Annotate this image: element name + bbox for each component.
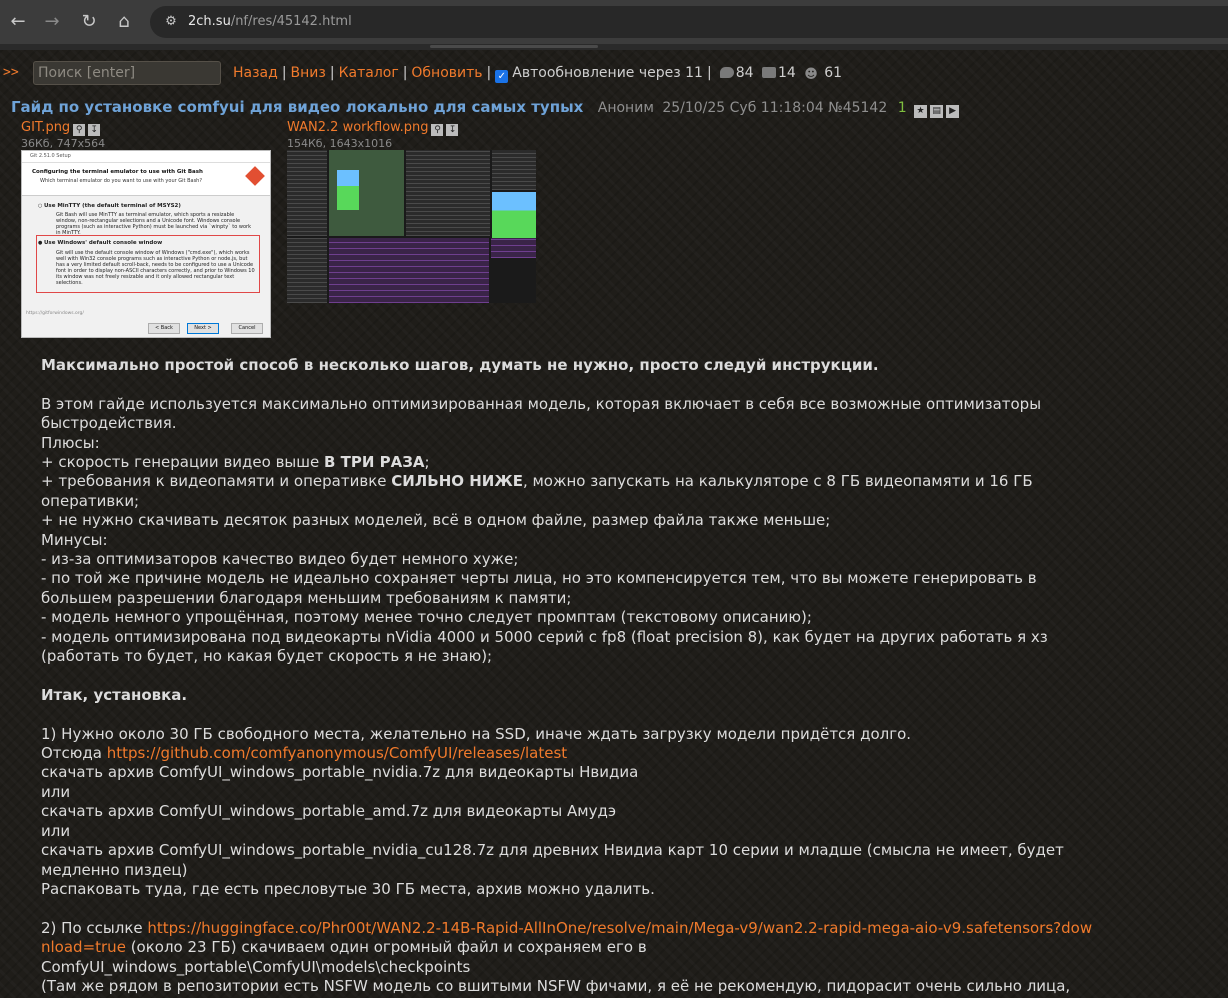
post-line: - из-за оптимизаторов качество видео буд… (41, 550, 519, 569)
posters-count: 61 (824, 65, 843, 81)
post-line: + не нужно скачивать десяток разных моде… (41, 511, 831, 530)
post-line: Плюсы: (41, 433, 100, 452)
post-line: Отсюда https://github.com/comfyanonymous… (41, 744, 568, 763)
dialog-link: https://gitforwindows.org/ (26, 311, 84, 316)
post-body: Максимально простой способ в несколько ш… (41, 356, 1101, 996)
expand-arrows[interactable]: >> (3, 65, 19, 80)
search-icon[interactable]: ⚲ (431, 124, 444, 136)
post-line: ComfyUI_windows_portable\ComfyUI\models\… (41, 957, 471, 976)
option-title: Use Windows' default console window (43, 240, 163, 246)
search-input[interactable] (33, 61, 221, 85)
post-line: 1) Нужно около 30 ГБ свободного места, ж… (41, 724, 912, 743)
site-settings-icon[interactable]: ⚙ (162, 13, 180, 31)
thumbnail-workflow[interactable] (287, 150, 536, 303)
workflow-node (406, 150, 490, 236)
browser-tab-strip (0, 44, 1228, 50)
post-line: - модель немного упрощённая, поэтому мен… (41, 608, 812, 627)
preview-image (337, 170, 359, 210)
file-name-link[interactable]: WAN2.2 workflow.png (287, 120, 428, 135)
preview-image (492, 192, 536, 238)
autoupdate-checkbox[interactable]: ✓ (495, 70, 509, 83)
dialog-heading: Configuring the terminal emulator to use… (32, 169, 203, 175)
images-count: 14 (777, 65, 796, 81)
thread-nav: Назад | Вниз | Каталог | Обновить | ✓ Автообновле… (233, 65, 843, 83)
file-info: 154Кб, 1643x1016 (287, 137, 393, 150)
arrow-right-icon[interactable]: → (40, 10, 64, 34)
star-icon[interactable]: ★ (914, 105, 928, 118)
dialog-subheading: Which terminal emulator do you want to u… (40, 178, 203, 184)
file-info: 36Кб, 747x564 (21, 137, 106, 150)
image-icon (761, 67, 776, 78)
workflow-group (329, 238, 489, 303)
download-icon[interactable]: ↧ (446, 124, 459, 136)
autoupdate-label: Автообновление через 11 (512, 65, 703, 81)
workflow-node (287, 238, 327, 303)
post-line: + требования к видеопамяти и оперативке … (41, 472, 1033, 510)
workflow-group (491, 238, 536, 258)
option-text: Git Bash will use MinTTY as terminal emu… (56, 212, 251, 236)
arrow-left-icon[interactable]: ← (6, 10, 30, 34)
address-bar[interactable]: ⚙ 2ch.su/nf/res/45142.html (150, 6, 1228, 38)
thumbnail-git-setup[interactable]: Git 2.51.0 Setup Configuring the termina… (21, 150, 271, 338)
posts-count: 84 (735, 65, 754, 81)
post-line: - по той же причине модель не идеально с… (41, 569, 1037, 607)
dialog-next-button: Next > (187, 323, 219, 334)
dialog-back-button: < Back (148, 323, 180, 334)
post-number[interactable]: №45142 (828, 100, 887, 116)
tab-indicator (430, 45, 598, 48)
post-line: В этом гайде используется максимально оп… (41, 394, 1042, 433)
play-icon[interactable]: ▶ (946, 105, 960, 118)
search-icon[interactable]: ⚲ (73, 124, 86, 136)
workflow-node (492, 150, 536, 190)
post-line: скачать архив ComfyUI_windows_portable_n… (41, 841, 1064, 879)
home-icon[interactable]: ⌂ (112, 10, 136, 34)
option-title: Use MinTTY (the default terminal of MSYS… (43, 203, 181, 209)
down-link[interactable]: Вниз (291, 65, 326, 81)
dialog-title: Git 2.51.0 Setup (22, 151, 270, 163)
back-link[interactable]: Назад (233, 65, 278, 81)
dialog-cancel-button: Cancel (231, 323, 263, 334)
browser-toolbar: ← → ↻ ⌂ ⚙ 2ch.su/nf/res/45142.html (0, 0, 1228, 44)
post-line: скачать архив ComfyUI_windows_portable_a… (41, 802, 617, 821)
board-toolbar: >> Назад|Вниз|Каталог|Обновить|✓Автообно… (0, 60, 1228, 88)
github-link[interactable]: https://github.com/comfyanonymous/ComfyU… (107, 744, 567, 762)
workflow-node (287, 150, 327, 236)
post-line: + скорость генерации видео выше В ТРИ РА… (41, 453, 430, 472)
url-text: 2ch.su/nf/res/45142.html (188, 14, 352, 29)
post-header: Гайд по установке comfyui для видео лока… (11, 98, 960, 118)
post-line: - модель оптимизирована под видеокарты n… (41, 627, 1048, 666)
option-text: Git will use the default console window … (56, 250, 255, 286)
post-date: 25/10/25 Суб 11:18:04 (662, 100, 824, 116)
download-icon[interactable]: ↧ (88, 124, 101, 136)
expand-icon[interactable]: ▤ (930, 105, 944, 118)
post-line: Распаковать туда, где есть пресловутые 3… (41, 879, 655, 898)
file-attachment: GIT.png ⚲ ↧ 36Кб, 747x564 (21, 120, 105, 150)
post-line: Максимально простой способ в несколько ш… (41, 356, 879, 374)
users-icon: ☻ (804, 67, 818, 82)
git-logo-icon (245, 166, 265, 186)
file-name-link[interactable]: GIT.png (21, 120, 70, 135)
post-line: 2) По ссылке https://huggingface.co/Phr0… (41, 918, 1093, 957)
post-line: Итак, установка. (41, 685, 188, 704)
reply-count[interactable]: 1 (898, 100, 907, 116)
post-line: скачать архив ComfyUI_windows_portable_n… (41, 763, 639, 782)
post-author: Аноним (597, 100, 654, 116)
file-attachment: WAN2.2 workflow.png ⚲ ↧ 154Кб, 1643x1016 (287, 120, 459, 150)
post-title: Гайд по установке comfyui для видео лока… (11, 98, 584, 116)
post-line: или (41, 821, 71, 840)
post-line: Минусы: (41, 530, 108, 549)
refresh-link[interactable]: Обновить (411, 65, 482, 81)
post-line: (Там же рядом в репозитории есть NSFW мо… (41, 976, 1071, 995)
reload-icon[interactable]: ↻ (77, 10, 101, 34)
catalog-link[interactable]: Каталог (339, 65, 399, 81)
post-line: или (41, 782, 71, 801)
comment-icon (719, 67, 734, 78)
